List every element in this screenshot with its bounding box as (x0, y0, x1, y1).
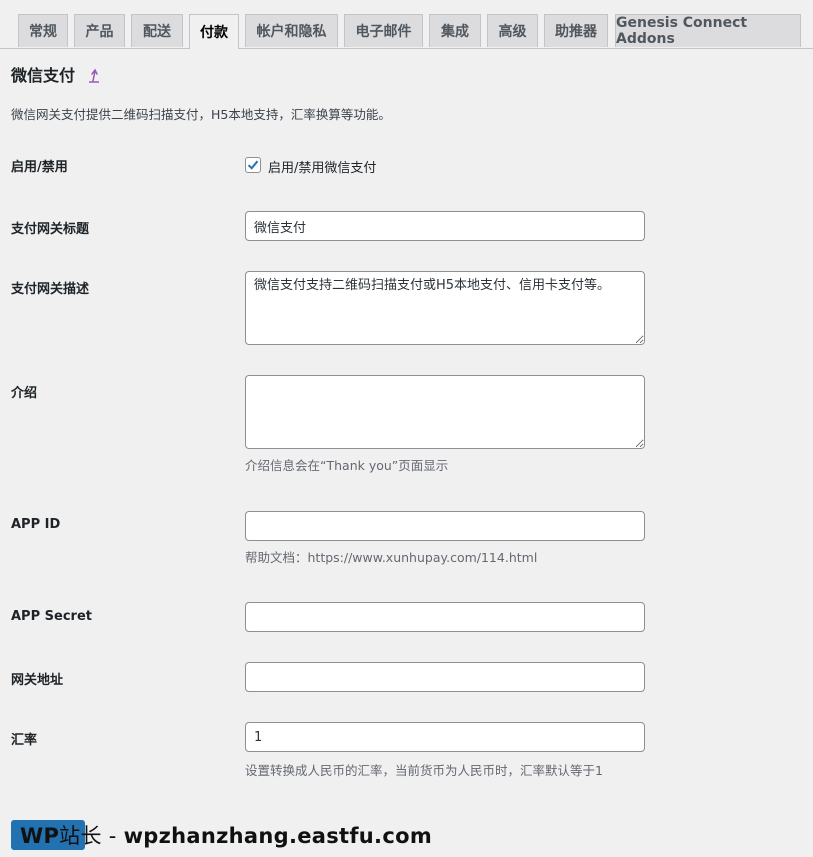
tab-products[interactable]: 产品 (74, 14, 125, 47)
intro-textarea[interactable] (245, 375, 645, 449)
watermark-domain: wpzhanzhang.eastfu.com (123, 824, 432, 848)
enabled-checkbox[interactable] (245, 157, 261, 173)
app-secret-label: APP Secret (11, 609, 92, 624)
watermark: WP站长 - wpzhanzhang.eastfu.com (20, 820, 432, 850)
title-label: 支付网关标题 (11, 222, 90, 237)
enabled-checkbox-label[interactable]: 启用/禁用微信支付 (268, 157, 376, 176)
watermark-mid: 站长 - (59, 824, 124, 848)
rate-help: 设置转换成人民币的汇率，当前货币为人民币时，汇率默认等于1 (245, 763, 603, 778)
tab-emails[interactable]: 电子邮件 (344, 14, 423, 47)
section-description: 微信网关支付提供二维码扫描支付，H5本地支持，汇率换算等功能。 (11, 107, 391, 122)
upload-arrow-icon[interactable] (86, 66, 102, 84)
section-title: 微信支付 (11, 66, 76, 85)
tab-shipping[interactable]: 配送 (131, 14, 183, 47)
app-id-help: 帮助文档：https://www.xunhupay.com/114.html (245, 550, 538, 565)
tab-accounts-privacy[interactable]: 帐户和隐私 (245, 14, 338, 47)
settings-tabs: 常规 产品 配送 付款 帐户和隐私 电子邮件 集成 高级 助推器 Genesis… (0, 0, 813, 49)
enabled-label: 启用/禁用 (11, 160, 68, 175)
title-input[interactable] (245, 211, 645, 241)
rate-input[interactable] (245, 722, 645, 752)
tab-booster[interactable]: 助推器 (544, 14, 608, 47)
rate-label: 汇率 (11, 733, 38, 748)
tab-genesis-connect-addons[interactable]: Genesis Connect Addons (615, 14, 801, 47)
watermark-brand: WP (20, 824, 60, 848)
intro-help: 介绍信息会在“Thank you”页面显示 (245, 458, 449, 473)
app-secret-input[interactable] (245, 602, 645, 632)
intro-label: 介绍 (11, 386, 38, 401)
tab-payments[interactable]: 付款 (189, 14, 239, 49)
gateway-label: 网关地址 (11, 673, 64, 688)
description-label: 支付网关描述 (11, 282, 90, 297)
tab-integration[interactable]: 集成 (429, 14, 481, 47)
checkmark-icon (247, 160, 259, 170)
tab-general[interactable]: 常规 (18, 14, 68, 47)
gateway-input[interactable] (245, 662, 645, 692)
description-textarea[interactable]: 微信支付支持二维码扫描支付或H5本地支付、信用卡支付等。 (245, 271, 645, 345)
tab-advanced[interactable]: 高级 (487, 14, 538, 47)
app-id-input[interactable] (245, 511, 645, 541)
app-id-label: APP ID (11, 517, 61, 532)
